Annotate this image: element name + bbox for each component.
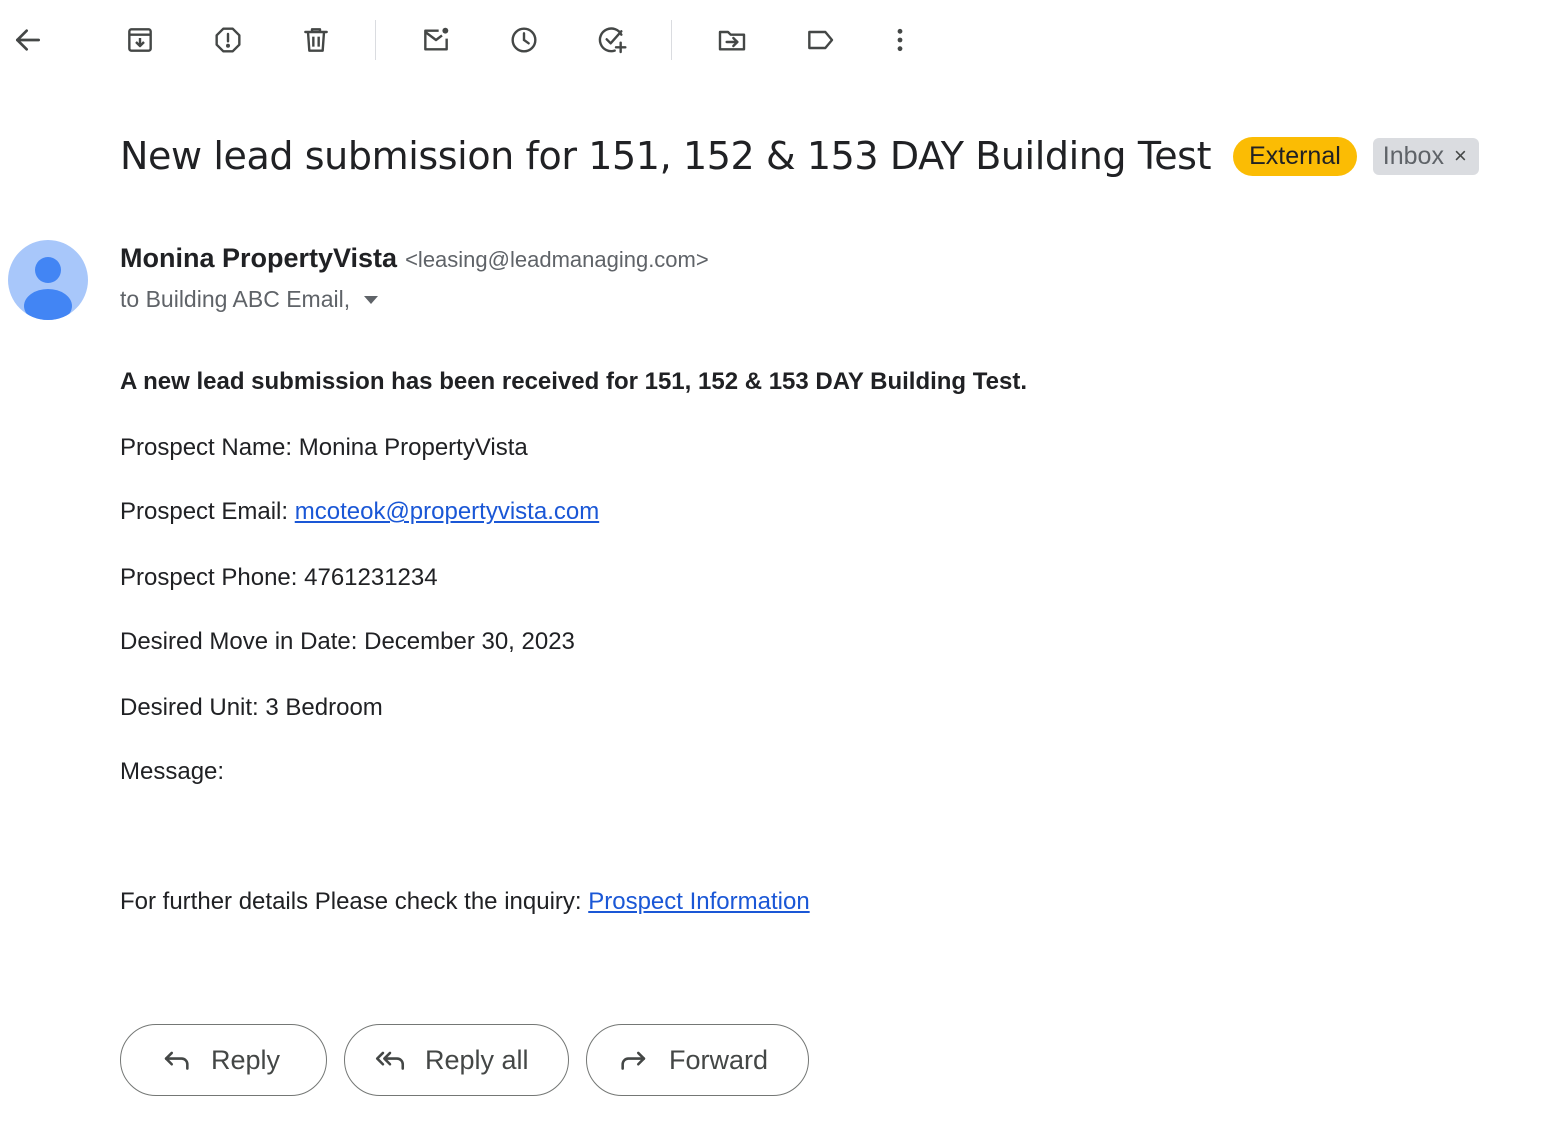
add-to-tasks-icon[interactable] <box>588 16 636 64</box>
delete-icon[interactable] <box>292 16 340 64</box>
label-icon[interactable] <box>796 16 844 64</box>
prospect-name-label: Prospect Name: <box>120 434 293 461</box>
remove-label-icon[interactable]: × <box>1454 143 1467 169</box>
subject-row: New lead submission for 151, 152 & 153 D… <box>120 128 1479 184</box>
reply-label: Reply <box>211 1044 281 1075</box>
more-options-icon[interactable] <box>876 16 924 64</box>
report-spam-icon[interactable] <box>204 16 252 64</box>
reply-all-label: Reply all <box>425 1044 529 1075</box>
prospect-email-line: Prospect Email: mcoteok@propertyvista.co… <box>120 498 599 526</box>
snooze-icon[interactable] <box>500 16 548 64</box>
toolbar-divider <box>375 20 376 60</box>
toolbar <box>0 0 1558 82</box>
details-text: For further details Please check the inq… <box>120 888 582 915</box>
prospect-phone-label: Prospect Phone: <box>120 564 298 591</box>
prospect-email-link[interactable]: mcoteok@propertyvista.com <box>295 498 599 525</box>
toolbar-divider <box>671 20 672 60</box>
forward-icon <box>621 1051 646 1070</box>
reply-icon <box>164 1051 189 1070</box>
move-in-date-value: December 30, 2023 <box>364 628 575 655</box>
sender-email: <leasing@leadmanaging.com> <box>405 247 709 272</box>
desired-unit-label: Desired Unit: <box>120 694 259 721</box>
person-icon <box>24 257 72 320</box>
move-in-date-line: Desired Move in Date: December 30, 2023 <box>120 628 575 656</box>
move-to-icon[interactable] <box>708 16 756 64</box>
message-label: Message: <box>120 758 225 785</box>
prospect-name-value: Monina PropertyVista <box>298 434 528 461</box>
email-subject: New lead submission for 151, 152 & 153 D… <box>120 134 1212 178</box>
back-arrow-icon[interactable] <box>4 16 52 64</box>
recipient-row: to Building ABC Email, <box>120 286 379 313</box>
sender-row: Monina PropertyVista <leasing@leadmanagi… <box>120 243 709 274</box>
mark-unread-icon[interactable] <box>412 16 460 64</box>
prospect-information-link[interactable]: Prospect Information <box>588 888 809 915</box>
prospect-email-label: Prospect Email: <box>120 498 289 525</box>
forward-button[interactable]: Forward <box>586 1024 809 1096</box>
prospect-phone-line: Prospect Phone: 4761231234 <box>120 564 438 592</box>
reply-all-button[interactable]: Reply all <box>344 1024 569 1096</box>
prospect-phone-value: 4761231234 <box>304 564 438 591</box>
email-intro: A new lead submission has been received … <box>120 368 1027 395</box>
inbox-label-chip[interactable]: Inbox × <box>1372 137 1479 175</box>
archive-icon[interactable] <box>116 16 164 64</box>
prospect-name-line: Prospect Name: Monina PropertyVista <box>120 434 528 462</box>
desired-unit-value: 3 Bedroom <box>265 694 383 721</box>
reply-all-icon <box>375 1051 405 1070</box>
sender-avatar[interactable] <box>8 240 88 320</box>
sender-name[interactable]: Monina PropertyVista <box>120 243 397 274</box>
details-line: For further details Please check the inq… <box>120 888 810 916</box>
forward-label: Forward <box>669 1044 769 1075</box>
move-in-date-label: Desired Move in Date: <box>120 628 358 655</box>
chevron-down-icon[interactable] <box>364 295 379 304</box>
external-badge: External <box>1233 136 1357 176</box>
recipient-text: to Building ABC Email, <box>120 286 351 312</box>
desired-unit-line: Desired Unit: 3 Bedroom <box>120 694 383 722</box>
reply-button[interactable]: Reply <box>120 1024 327 1096</box>
inbox-label-text: Inbox <box>1382 141 1444 170</box>
